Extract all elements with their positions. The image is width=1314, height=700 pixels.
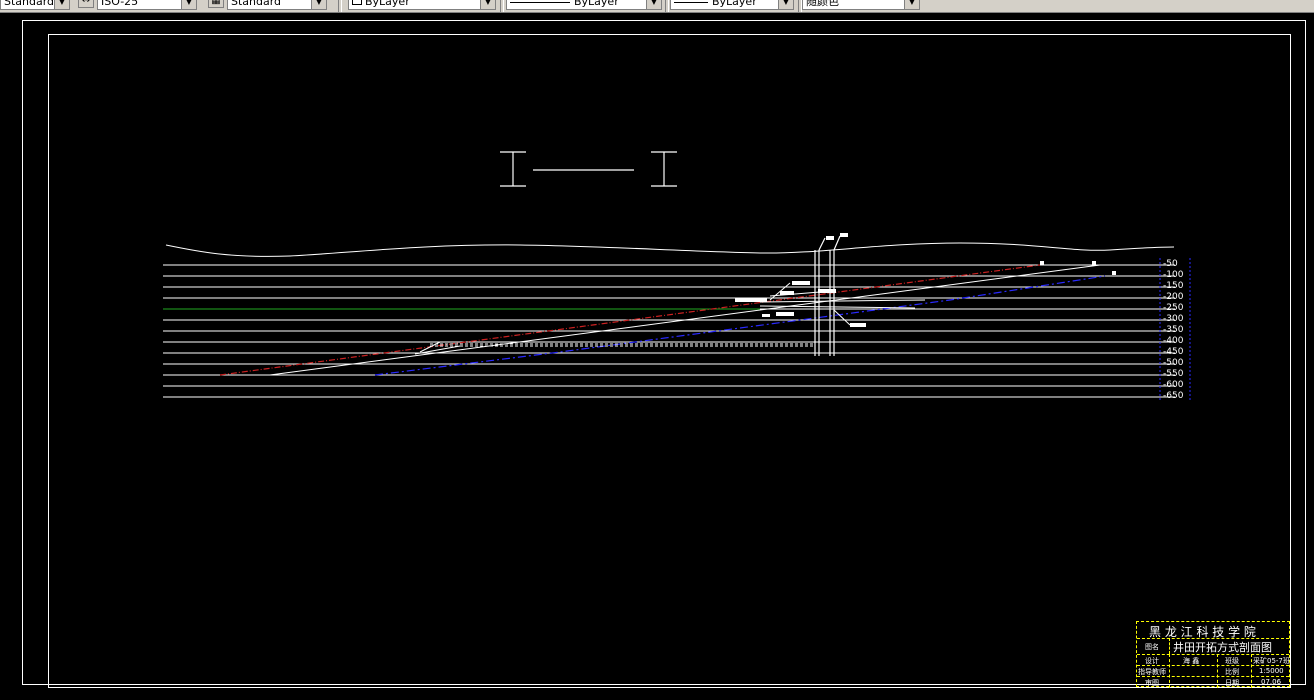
depth-label: -350 [1163, 325, 1184, 335]
shafts [814, 235, 841, 356]
section-drawing [163, 151, 1191, 402]
depth-label: -500 [1163, 358, 1184, 368]
depth-label: -50 [1163, 259, 1178, 269]
depth-label: -650 [1163, 391, 1184, 401]
depth-label: -250 [1163, 303, 1184, 313]
review-label: 审图 [1145, 679, 1159, 687]
drawing-name: 井田开拓方式剖面图 [1173, 641, 1272, 654]
date-value: 07.06 [1261, 678, 1282, 686]
scale-value: 1:5000 [1259, 667, 1284, 675]
depth-label: -550 [1163, 369, 1184, 379]
depth-label: -400 [1163, 336, 1184, 346]
coal-seam-blue [374, 275, 1106, 376]
depth-label: -300 [1163, 314, 1184, 324]
roadways [414, 282, 926, 355]
depth-label: -100 [1163, 270, 1184, 280]
ground-surface-line [165, 242, 1175, 257]
depth-label: -150 [1163, 281, 1184, 291]
level-lines [163, 264, 1175, 398]
depth-label: -600 [1163, 380, 1184, 390]
date-label: 日期 [1225, 679, 1239, 687]
title-block: 黑 龙 江 科 技 学 院 图名 井田开拓方式剖面图 设计 海 鑫 班级 采矿0… [1136, 621, 1290, 688]
section-marker [500, 151, 677, 187]
annotation-boxes [735, 233, 1116, 327]
depth-label: -200 [1163, 292, 1184, 302]
drawing-name-label: 图名 [1145, 643, 1159, 651]
depth-label: -450 [1163, 347, 1184, 357]
